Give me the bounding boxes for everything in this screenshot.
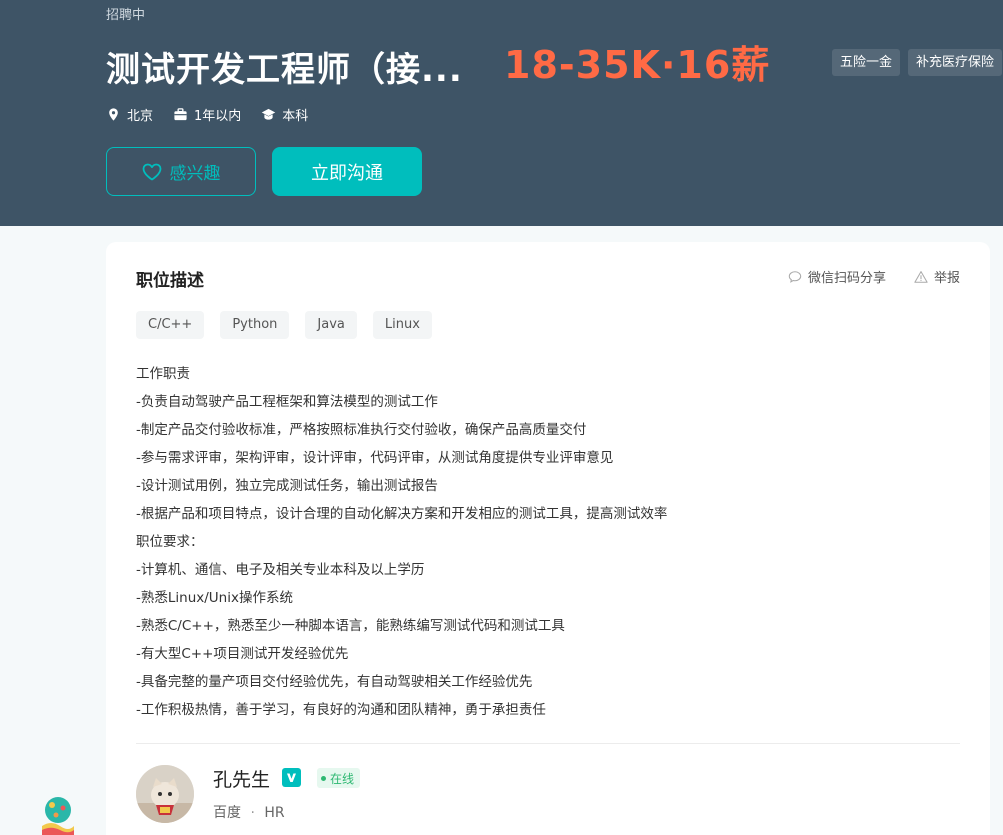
benefit-tags: 五险一金 补充医疗保险 <box>832 49 1003 76</box>
interest-button-label: 感兴趣 <box>169 164 221 184</box>
avatar-image <box>136 765 194 823</box>
divider <box>136 743 960 744</box>
job-title: 测试开发工程师（接... <box>106 50 463 90</box>
meta-education: 本科 <box>261 105 308 124</box>
skill-tag: C/C++ <box>136 311 205 339</box>
warning-icon <box>914 270 928 283</box>
description-line: -有大型C++项目测试开发经验优先 <box>136 646 349 662</box>
recruiter-info: 百度 · HR <box>213 802 285 822</box>
description-line: 职位要求： <box>136 534 204 550</box>
job-status: 招聘中 <box>106 8 146 23</box>
job-header: 招聘中 测试开发工程师（接... 18-35K·16薪 五险一金 补充医疗保险 … <box>0 0 1003 226</box>
description-line: -熟悉C/C++，熟悉至少一种脚本语言，能熟练编写测试代码和测试工具 <box>136 618 565 634</box>
description-line: -计算机、通信、电子及相关专业本科及以上学历 <box>136 562 425 578</box>
job-description: 工作职责 -负责自动驾驶产品工程框架和算法模型的测试工作 -制定产品交付验收标准… <box>136 360 956 724</box>
decorative-illustration-icon <box>42 797 74 835</box>
meta-location-text: 北京 <box>127 109 154 124</box>
meta-education-text: 本科 <box>282 109 309 124</box>
heart-icon <box>142 163 161 180</box>
report-button[interactable]: 举报 <box>914 267 960 286</box>
recruiter-separator: · <box>250 805 255 821</box>
meta-experience: 1年以内 <box>173 105 241 124</box>
job-meta: 北京 1年以内 本科 <box>106 105 308 124</box>
description-line: -负责自动驾驶产品工程框架和算法模型的测试工作 <box>136 394 438 410</box>
description-line: -设计测试用例，独立完成测试任务，输出测试报告 <box>136 478 438 494</box>
wechat-share-button[interactable]: 微信扫码分享 <box>788 267 886 286</box>
description-line: -具备完整的量产项目交付经验优先，有自动驾驶相关工作经验优先 <box>136 674 533 690</box>
skill-tag: Python <box>220 311 290 339</box>
location-pin-icon <box>109 108 118 121</box>
chat-now-button[interactable]: 立即沟通 <box>272 147 422 196</box>
recruiter-name: 孔先生 <box>213 769 271 791</box>
description-line: -制定产品交付验收标准，严格按照标准执行交付验收，确保产品高质量交付 <box>136 422 587 438</box>
graduation-cap-icon <box>262 108 276 120</box>
skill-tag: Linux <box>372 311 432 339</box>
meta-experience-text: 1年以内 <box>194 109 242 124</box>
chat-bubble-icon <box>788 270 802 283</box>
description-line: -参与需求评审，架构评审，设计评审，代码评审，从测试角度提供专业评审意见 <box>136 450 614 466</box>
online-status-badge: 在线 <box>317 768 361 788</box>
card-actions: 微信扫码分享 举报 <box>788 267 960 286</box>
wechat-share-label: 微信扫码分享 <box>807 271 886 286</box>
section-title: 职位描述 <box>136 271 204 291</box>
verified-icon <box>282 768 301 787</box>
meta-location: 北京 <box>106 105 153 124</box>
report-label: 举报 <box>933 271 960 286</box>
description-line: 工作职责 <box>136 366 190 382</box>
recruiter-avatar[interactable] <box>136 765 194 823</box>
description-line: -根据产品和项目特点，设计合理的自动化解决方案和开发相应的测试工具，提高测试效率 <box>136 506 668 522</box>
skill-tags: C/C++ Python Java Linux <box>136 311 432 339</box>
skill-tag: Java <box>305 311 357 339</box>
recruiter-role: HR <box>264 805 285 821</box>
online-dot-icon <box>321 775 326 781</box>
salary: 18-35K·16薪 <box>504 43 771 87</box>
benefit-tag: 五险一金 <box>832 49 901 76</box>
benefit-tag: 补充医疗保险 <box>908 49 1003 76</box>
briefcase-icon <box>174 108 187 121</box>
recruiter-company: 百度 <box>213 805 241 821</box>
description-line: -熟悉Linux/Unix操作系统 <box>136 590 293 606</box>
online-status-label: 在线 <box>330 771 355 786</box>
job-detail-card: 职位描述 微信扫码分享 举报 C/C++ Python Java Linux 工… <box>106 242 990 835</box>
description-line: -工作积极热情，善于学习，有良好的沟通和团队精神，勇于承担责任 <box>136 702 546 718</box>
interest-button[interactable]: 感兴趣 <box>106 147 256 196</box>
